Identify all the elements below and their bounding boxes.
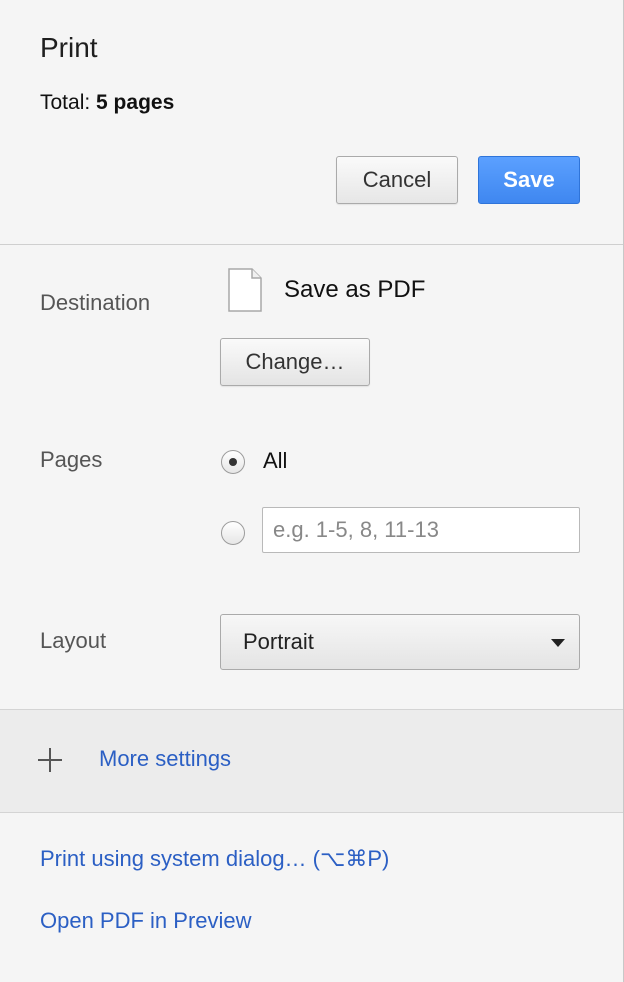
- more-settings-section: [0, 710, 623, 812]
- page-title: Print: [40, 32, 98, 63]
- destination-label: Destination: [40, 290, 151, 315]
- change-destination-button[interactable]: Change…: [220, 338, 370, 386]
- system-dialog-link[interactable]: Print using system dialog… (⌥⌘P): [40, 846, 389, 872]
- open-preview-link[interactable]: Open PDF in Preview: [40, 908, 252, 934]
- section-divider: [0, 812, 623, 813]
- print-header: Print Total: 5 pages Cancel Save: [0, 0, 623, 245]
- destination-name: Save as PDF: [284, 276, 426, 303]
- layout-label: Layout: [40, 628, 107, 653]
- pages-range-input[interactable]: [262, 507, 580, 553]
- layout-select[interactable]: Portrait: [220, 614, 580, 670]
- save-button[interactable]: Save: [478, 156, 580, 204]
- layout-selected-value: Portrait: [243, 629, 314, 654]
- pages-all-label[interactable]: All: [263, 448, 287, 474]
- total-pages: Total: 5 pages: [40, 91, 174, 115]
- more-settings-link[interactable]: More settings: [99, 746, 231, 772]
- cancel-button[interactable]: Cancel: [336, 156, 458, 204]
- total-label: Total:: [40, 91, 91, 114]
- file-icon: [228, 268, 262, 312]
- pages-label: Pages: [40, 447, 103, 472]
- plus-icon[interactable]: [38, 748, 62, 772]
- total-value: 5 pages: [96, 91, 175, 114]
- pages-custom-radio[interactable]: [221, 521, 245, 545]
- chevron-down-icon: [551, 639, 565, 647]
- pages-all-radio[interactable]: [221, 450, 245, 474]
